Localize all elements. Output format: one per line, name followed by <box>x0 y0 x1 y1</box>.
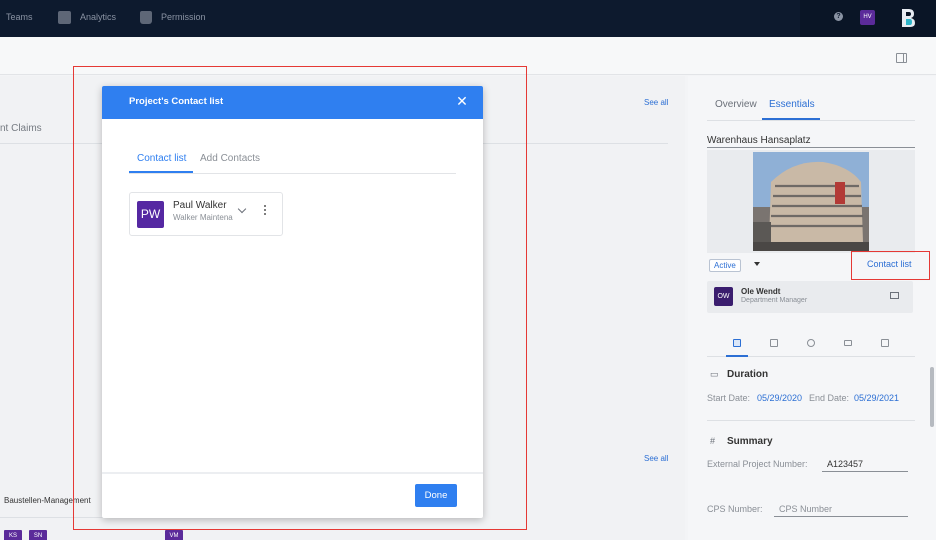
chevron-down-icon[interactable] <box>237 204 247 214</box>
tab-essentials[interactable]: Essentials <box>769 99 815 110</box>
field-underline <box>774 516 908 517</box>
divider <box>707 420 915 421</box>
icon-tab-indicator <box>726 355 748 357</box>
contact-avatar: PW <box>137 201 164 228</box>
hierarchy-icon[interactable] <box>770 339 778 347</box>
end-date-value[interactable]: 05/29/2021 <box>854 393 899 403</box>
tabs-divider <box>707 120 915 121</box>
manager-role: Department Manager <box>741 297 808 304</box>
external-project-number-label: External Project Number: <box>707 459 808 469</box>
brand-logo[interactable] <box>900 8 916 28</box>
cps-number-field[interactable]: CPS Number <box>779 504 832 514</box>
status-dropdown-caret-icon[interactable] <box>754 262 760 266</box>
user-chip[interactable]: VM <box>165 530 183 540</box>
active-tab-indicator <box>762 118 820 120</box>
contact-company: Walker Maintena <box>173 213 233 222</box>
external-project-number-field[interactable]: A123457 <box>827 459 863 469</box>
contact-card[interactable]: PW Paul Walker Walker Maintena <box>129 192 283 236</box>
nav-item-permission[interactable]: Permission <box>140 0 206 34</box>
tab-add-contacts[interactable]: Add Contacts <box>200 153 260 164</box>
details-grid-icon[interactable] <box>733 339 741 347</box>
tabs-divider <box>129 173 456 174</box>
project-name-underline <box>707 147 915 148</box>
location-icon[interactable] <box>807 339 815 347</box>
contact-name: Paul Walker <box>173 200 227 211</box>
tab-overview[interactable]: Overview <box>715 99 757 110</box>
see-all-link[interactable]: See all <box>644 98 668 107</box>
lock-icon <box>140 10 152 24</box>
comment-icon[interactable] <box>881 339 889 347</box>
end-date-label: End Date: <box>809 393 850 403</box>
close-icon[interactable]: ✕ <box>455 94 469 108</box>
contact-list-modal: Project's Contact list ✕ Contact list Ad… <box>102 86 483 518</box>
calendar-icon: ▭ <box>710 369 719 379</box>
duration-heading: Duration <box>727 369 769 380</box>
manager-name: Ole Wendt <box>741 287 781 296</box>
help-icon[interactable]: ? <box>834 12 843 21</box>
done-button[interactable]: Done <box>415 484 457 507</box>
nav-item-teams[interactable]: Teams <box>6 0 33 34</box>
see-all-link[interactable]: See all <box>644 454 668 463</box>
summary-heading: Summary <box>727 436 773 447</box>
user-avatar[interactable]: HV <box>860 10 875 25</box>
manager-avatar: OW <box>714 287 733 306</box>
start-date-label: Start Date: <box>707 393 751 403</box>
manager-card <box>707 281 913 313</box>
hash-icon: # <box>710 436 716 446</box>
active-tab-indicator <box>129 171 193 173</box>
tab-contact-list[interactable]: Contact list <box>137 153 186 164</box>
nav-item-analytics[interactable]: Analytics <box>58 0 116 34</box>
top-navbar: Teams Analytics Permission ? HV <box>0 0 936 37</box>
cps-number-label: CPS Number: <box>707 504 763 514</box>
modal-title: Project's Contact list <box>129 96 224 107</box>
project-name[interactable]: Warenhaus Hansaplatz <box>707 135 811 146</box>
analytics-icon <box>58 10 71 24</box>
user-chip[interactable]: KS <box>4 530 22 540</box>
footer-divider <box>102 472 483 474</box>
start-date-value[interactable]: 05/29/2020 <box>757 393 802 403</box>
nav-item-label: Analytics <box>80 12 117 22</box>
project-photo[interactable] <box>753 152 869 251</box>
status-badge[interactable]: Active <box>709 259 741 272</box>
user-chip[interactable]: SN <box>29 530 47 540</box>
mail-icon[interactable] <box>890 292 899 299</box>
tag-icon[interactable] <box>844 340 852 346</box>
more-options-icon[interactable] <box>263 205 267 219</box>
claims-heading: nt Claims <box>0 123 42 134</box>
modal-header: Project's Contact list ✕ <box>102 86 483 119</box>
field-underline <box>822 471 908 472</box>
panel-toggle-icon[interactable] <box>896 53 907 63</box>
scrollbar-thumb[interactable] <box>930 367 934 427</box>
nav-item-label: Permission <box>161 12 206 22</box>
highlight-box <box>851 251 930 280</box>
nav-item-label: Teams <box>6 12 33 22</box>
